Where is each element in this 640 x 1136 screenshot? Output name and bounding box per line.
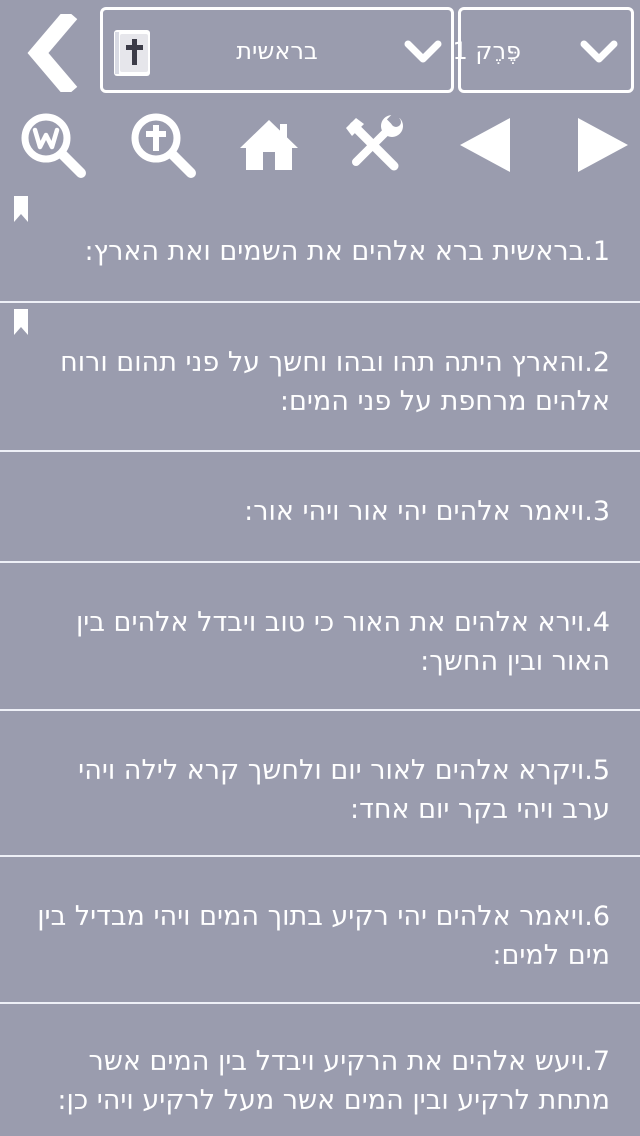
verse-text: 4.וירא אלהים את האור כי טוב ויבדל אלהים … [75, 607, 610, 677]
verse-row[interactable]: 3.ויאמר אלהים יהי אור ויהי אור: [0, 452, 640, 563]
wiki-search-icon [21, 113, 86, 178]
verse-text: 7.ויעש אלהים את הרקיע ויבדל בין המים אשר… [57, 1046, 610, 1116]
bookmark-icon[interactable] [12, 307, 30, 337]
verse-row[interactable]: 5.ויקרא אלהים לאור יום ולחשך קרא לילה וי… [0, 711, 640, 857]
verse-text: 6.ויאמר אלהים יהי רקיע בתוך המים ויהי מב… [37, 901, 610, 971]
verse-text: 5.ויקרא אלהים לאור יום ולחשך קרא לילה וי… [78, 755, 610, 825]
toolbar [0, 100, 640, 190]
tools-icon [346, 110, 403, 171]
chevron-down-icon [580, 40, 618, 63]
verse-row[interactable]: 4.וירא אלהים את האור כי טוב ויבדל אלהים … [0, 563, 640, 711]
next-button[interactable] [566, 110, 636, 180]
book-select[interactable]: בראשית [100, 7, 454, 93]
book-name: בראשית [236, 37, 318, 65]
chapter-select[interactable]: פֶּרֶק 1 [452, 7, 634, 93]
previous-button[interactable] [452, 110, 522, 180]
verse-list: 1.בראשית ברא אלהים את השמים ואת הארץ: 2.… [0, 190, 640, 1136]
wiki-search-button[interactable] [18, 110, 88, 180]
verse-row[interactable]: 1.בראשית ברא אלהים את השמים ואת הארץ: [0, 190, 640, 303]
back-button[interactable] [14, 8, 84, 98]
verse-row[interactable]: 6.ויאמר אלהים יהי רקיע בתוך המים ויהי מב… [0, 857, 640, 1004]
verse-text: 3.ויאמר אלהים יהי אור ויהי אור: [244, 496, 610, 527]
top-bar: בראשית פֶּרֶק 1 [0, 0, 640, 100]
cross-search-icon [131, 113, 196, 178]
triangle-left-icon [460, 118, 510, 172]
chevron-down-icon [404, 40, 442, 63]
home-icon [240, 120, 298, 170]
chevron-left-icon [27, 8, 78, 98]
triangle-right-icon [578, 118, 628, 172]
verse-row[interactable]: 2.והארץ היתה תהו ובהו וחשך על פני תהום ו… [0, 303, 640, 452]
verse-text: 1.בראשית ברא אלהים את השמים ואת הארץ: [84, 236, 610, 267]
verse-text: 2.והארץ היתה תהו ובהו וחשך על פני תהום ו… [60, 347, 610, 417]
settings-button[interactable] [338, 110, 408, 180]
home-button[interactable] [234, 110, 304, 180]
bible-search-button[interactable] [128, 110, 198, 180]
verse-row[interactable]: 7.ויעש אלהים את הרקיע ויבדל בין המים אשר… [0, 1004, 640, 1136]
chapter-label: פֶּרֶק 1 [452, 37, 521, 65]
bookmark-icon[interactable] [12, 194, 30, 224]
